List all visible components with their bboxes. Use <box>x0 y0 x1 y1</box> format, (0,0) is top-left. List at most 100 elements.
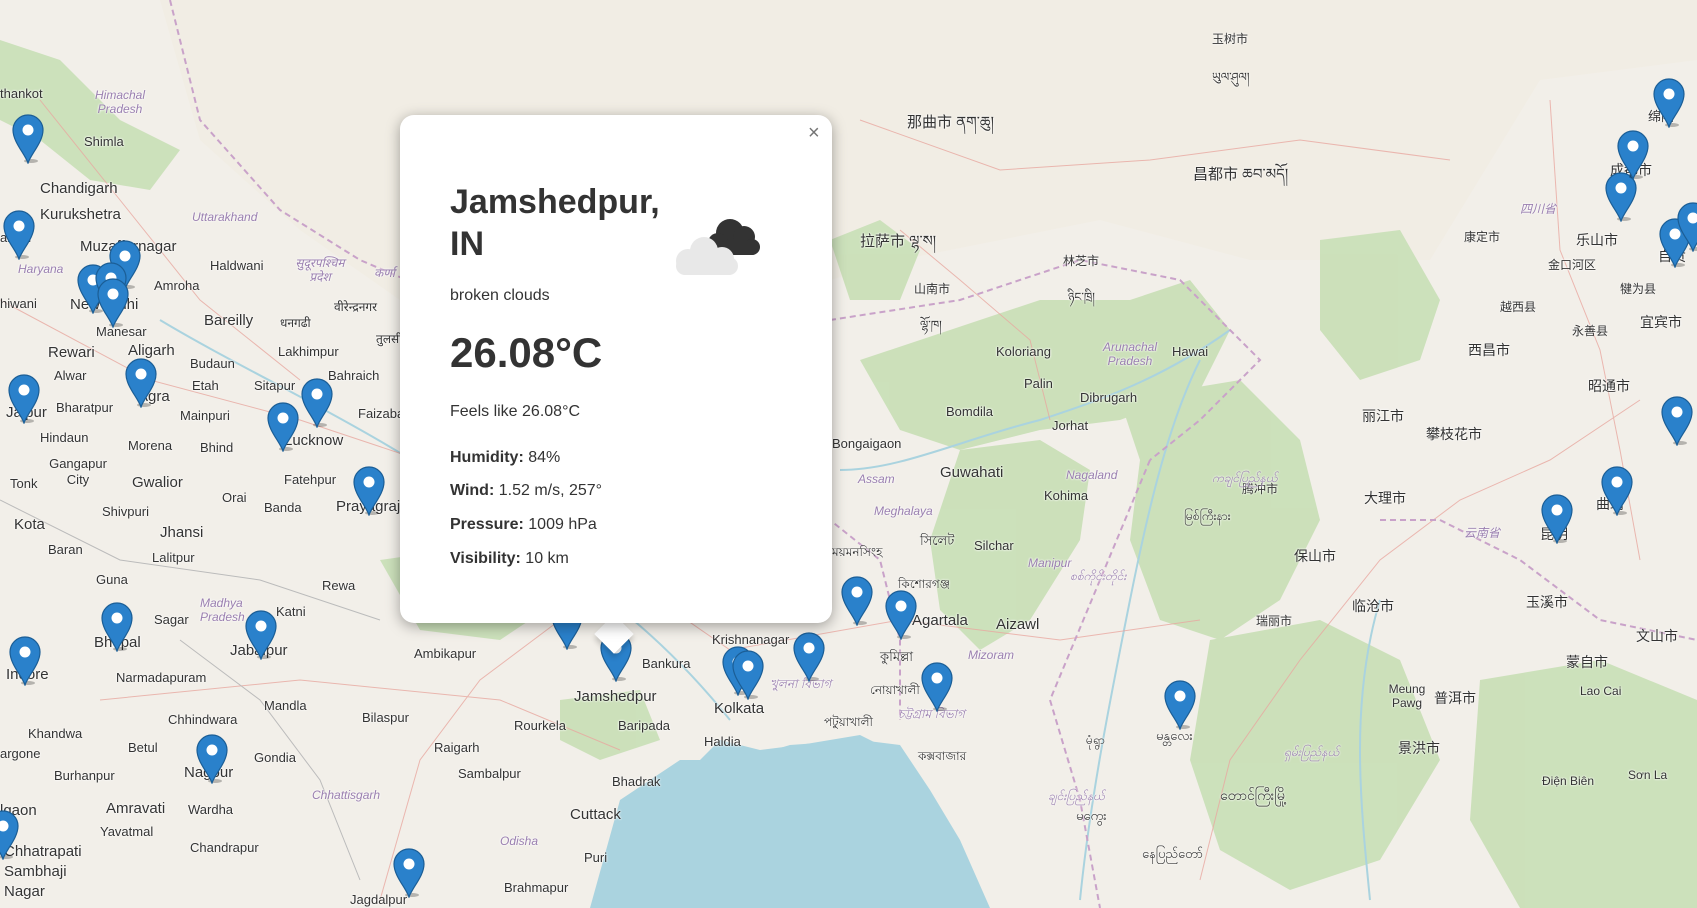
label-katni: Katni <box>276 604 306 619</box>
label-noakhali: নোয়াখালী <box>870 683 920 697</box>
label-nagqu: 那曲市 ནག་ཆུ། <box>907 114 994 131</box>
map-marker[interactable] <box>8 636 42 686</box>
label-puer: 普洱市 <box>1434 690 1476 706</box>
label-krishnanagar: Krishnanagar <box>712 632 790 647</box>
label-tonk: Tonk <box>10 476 38 491</box>
label-burhanpur: Burhanpur <box>54 768 115 783</box>
label-yavatmal: Yavatmal <box>100 824 154 839</box>
label-mandalay: မန္တလေး <box>1156 728 1193 743</box>
label-kohima: Kohima <box>1044 488 1089 503</box>
label-kurukshetra: Kurukshetra <box>40 206 121 223</box>
map-marker[interactable] <box>1600 466 1634 516</box>
label-banda: Banda <box>264 500 302 515</box>
map-marker[interactable] <box>11 114 45 164</box>
label-khandwa: Khandwa <box>28 726 83 741</box>
label-bharatpur: Bharatpur <box>56 400 114 415</box>
label-orai: Orai <box>222 490 247 505</box>
pressure-label: Pressure: <box>450 516 524 533</box>
popup-feels-like: Feels like 26.08°C <box>450 403 581 420</box>
popup-close-button[interactable]: × <box>802 121 824 144</box>
label-shannan: 山南市 <box>914 282 951 296</box>
label-chandigarh: Chandigarh <box>40 180 118 197</box>
label-rewari: Rewari <box>48 344 95 361</box>
map-marker[interactable] <box>244 610 278 660</box>
label-myitkyina: မြစ်ကြီးနား <box>1184 509 1231 523</box>
label-dali: 大理市 <box>1364 490 1406 506</box>
label-baran: Baran <box>48 542 83 557</box>
label-chhattisgarh: Chhattisgarh <box>312 788 381 802</box>
popup-city-title: Jamshedpur, IN <box>450 183 660 263</box>
label-meungpawg: Meung Pawg <box>1388 682 1426 710</box>
map-marker[interactable] <box>96 278 130 328</box>
map-marker[interactable] <box>1660 396 1694 446</box>
label-yibin: 宜宾市 <box>1640 314 1682 330</box>
label-yushu-tib: ཡུལ་ཤུལ། <box>1212 70 1250 84</box>
label-hawai: Hawai <box>1172 344 1209 359</box>
label-hindaun: Hindaun <box>40 430 89 445</box>
label-bhind: Bhind <box>200 440 234 455</box>
label-bhadrak: Bhadrak <box>612 774 661 789</box>
map-marker[interactable] <box>840 576 874 626</box>
map-marker[interactable] <box>1163 680 1197 730</box>
label-chhindwara: Chhindwara <box>168 712 238 727</box>
label-sichuan: 四川省 <box>1520 202 1557 216</box>
label-tulsi: तुलसी <box>376 332 403 346</box>
broken-clouds-icon <box>676 219 760 275</box>
weather-popup: × Jamshedpur, IN broken clouds 26.08°C F… <box>400 115 832 623</box>
label-lhasa: 拉萨市 ལྷ་ས། <box>860 233 937 250</box>
map-marker[interactable] <box>7 374 41 424</box>
label-mainpuri: Mainpuri <box>180 408 230 423</box>
map-marker[interactable] <box>884 590 918 640</box>
map-canvas[interactable] <box>0 0 1697 908</box>
map-marker[interactable] <box>0 810 20 860</box>
label-sambalpur: Sambalpur <box>458 766 521 781</box>
label-dibrugarh: Dibrugarh <box>1080 390 1138 405</box>
map-marker[interactable] <box>300 378 334 428</box>
label-lakhimpur: Lakhimpur <box>278 344 339 359</box>
label-naypyidaw: နေပြည်တော် <box>1142 846 1204 861</box>
map-marker[interactable] <box>352 466 386 516</box>
map-marker[interactable] <box>195 734 229 784</box>
map-marker[interactable] <box>731 650 765 700</box>
label-haldia: Haldia <box>704 734 741 749</box>
label-xichang: 西昌市 <box>1468 342 1510 358</box>
label-changdu: 昌都市 ཆབ་མདོ། <box>1193 166 1289 183</box>
popup-temperature: 26.08°C <box>450 329 603 376</box>
label-cuttack: Cuttack <box>570 806 621 823</box>
visibility-value: 10 km <box>525 550 569 567</box>
popup-weather-description: broken clouds <box>450 287 550 304</box>
map-marker[interactable] <box>100 602 134 652</box>
visibility-label: Visibility: <box>450 550 521 567</box>
label-agartala: Agartala <box>912 612 968 629</box>
label-koloriang: Koloriang <box>996 344 1051 359</box>
map-marker[interactable] <box>1676 202 1697 252</box>
label-uttarakhand: Uttarakhand <box>192 210 258 224</box>
label-sagaing: စစ်ကိုင်းတိုင်း <box>1070 569 1127 583</box>
label-mymensingh: ময়মনসিংহ <box>832 545 883 559</box>
label-brahmapur: Brahmapur <box>504 880 569 895</box>
pressure-value: 1009 hPa <box>528 516 597 533</box>
map-marker[interactable] <box>792 632 826 682</box>
label-manipur: Manipur <box>1028 556 1072 570</box>
label-nyingchi: 林芝市 <box>1063 254 1100 268</box>
label-yunnan: 云南省 <box>1464 526 1501 540</box>
map-marker[interactable] <box>392 848 426 898</box>
label-ambikapur: Ambikapur <box>414 646 477 661</box>
label-assam: Assam <box>858 472 895 486</box>
label-sylhet: সিলেট <box>920 533 955 548</box>
label-gwalior: Gwalior <box>132 474 183 491</box>
label-rourkela: Rourkela <box>514 718 567 733</box>
map-marker[interactable] <box>2 210 36 260</box>
label-leshan: 乐山市 <box>1576 232 1618 248</box>
map-marker[interactable] <box>1616 130 1650 180</box>
map-marker[interactable] <box>1540 494 1574 544</box>
map-marker[interactable] <box>266 402 300 452</box>
label-bongaigaon: Bongaigaon <box>832 436 902 451</box>
label-amroha: Amroha <box>154 278 200 293</box>
map-marker[interactable] <box>124 358 158 408</box>
label-jianwei: 犍为县 <box>1620 282 1657 296</box>
map-marker[interactable] <box>920 662 954 712</box>
label-baoshan: 保山市 <box>1294 548 1336 564</box>
label-chin: ချင်းပြည်နယ် <box>1048 789 1105 803</box>
map-marker[interactable] <box>1652 78 1686 128</box>
